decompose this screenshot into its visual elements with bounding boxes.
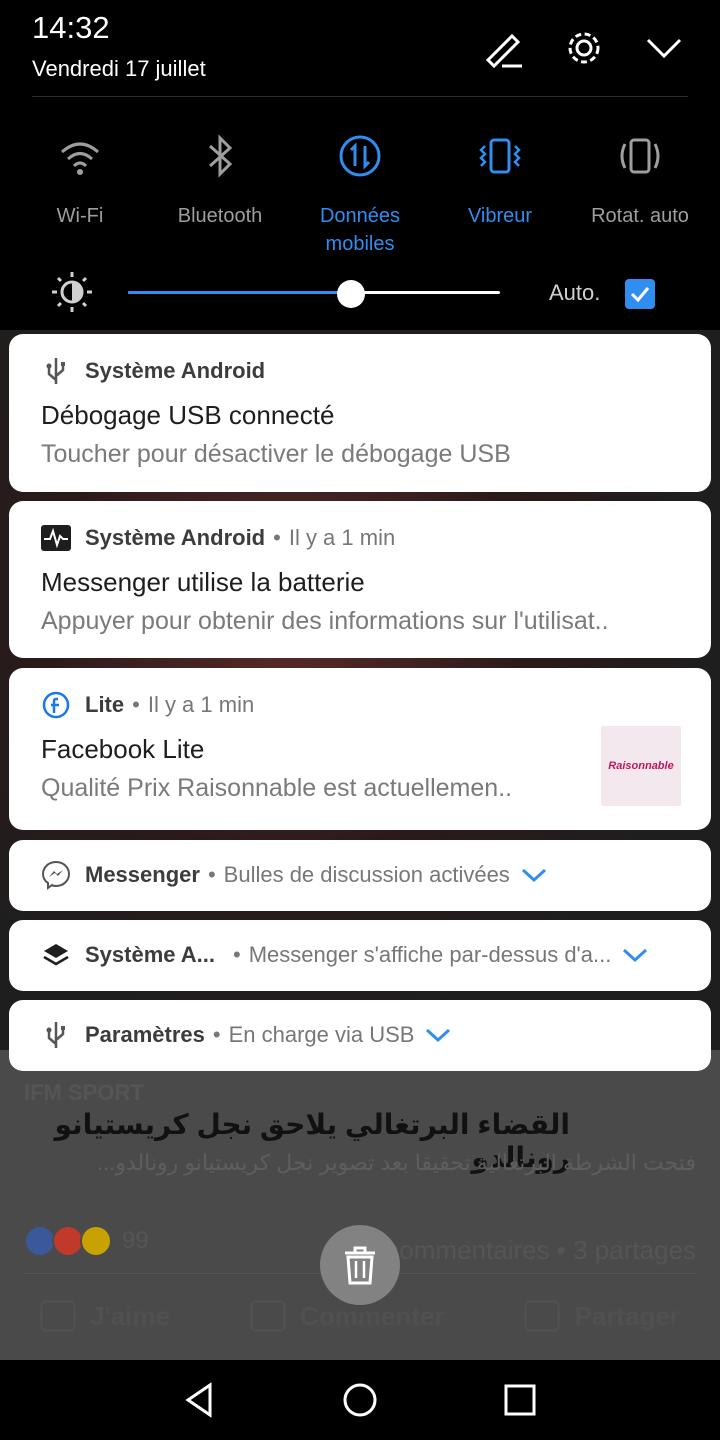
toggle-label: Rotat. auto — [591, 205, 689, 227]
notification-battery-usage[interactable]: Système Android • Il y a 1 min Messenger… — [9, 501, 711, 658]
date: Vendredi 17 juillet — [32, 56, 206, 81]
brightness-slider[interactable] — [128, 291, 500, 294]
notification-text: Appuyer pour obtenir des informations su… — [41, 607, 609, 635]
usb-icon — [41, 1020, 71, 1050]
notification-time: Il y a 1 min — [288, 525, 396, 550]
expand-chevron-icon[interactable] — [621, 946, 649, 964]
toggle-vibrate[interactable]: Vibreur — [430, 132, 570, 230]
mobile-data-icon — [339, 135, 381, 177]
toggle-auto-rotate[interactable]: Rotat. auto — [570, 132, 710, 230]
notification-header: Système Android — [41, 356, 265, 386]
clear-notifications-button[interactable] — [320, 1225, 400, 1305]
toggle-mobile-data[interactable]: Données mobiles — [290, 132, 430, 258]
notification-thumbnail: Raisonnable — [601, 726, 681, 806]
notification-usb-charging[interactable]: Paramètres • En charge via USB — [9, 1000, 711, 1071]
battery-activity-icon — [41, 523, 71, 553]
clock: 14:32 — [32, 10, 110, 45]
auto-brightness-label: Auto. — [549, 280, 601, 305]
back-icon[interactable] — [180, 1380, 220, 1420]
post-subline: فتحت الشرطة البرتغالية تحقيقا بعد تصوير … — [96, 1150, 696, 1175]
notification-app-name: Système Android — [85, 358, 266, 383]
notification-header: Système A... • Messenger s'affiche par-d… — [41, 940, 649, 970]
toggle-bluetooth[interactable]: Bluetooth — [150, 132, 290, 230]
notification-header: Système Android • Il y a 1 min — [41, 523, 395, 553]
separator-dot: • — [212, 1022, 221, 1047]
notification-time: Il y a 1 min — [147, 692, 255, 717]
notification-header: Messenger • Bulles de discussion activée… — [41, 860, 548, 890]
notification-text: Toucher pour désactiver le débogage USB — [41, 440, 511, 468]
share-icon — [524, 1300, 561, 1332]
notification-app-name: Lite — [85, 692, 125, 717]
toggle-wifi[interactable]: Wi-Fi — [10, 132, 150, 230]
edit-icon[interactable] — [482, 26, 526, 70]
collapse-chevron-icon[interactable] — [642, 26, 686, 70]
share-action: Partager — [524, 1300, 680, 1332]
notification-display-over-apps[interactable]: Système A... • Messenger s'affiche par-d… — [9, 920, 711, 991]
brightness-icon — [52, 272, 92, 312]
notification-messenger-bubbles[interactable]: Messenger • Bulles de discussion activée… — [9, 840, 711, 911]
navigation-bar — [0, 1360, 720, 1440]
notification-title: Facebook Lite — [41, 734, 205, 764]
settings-gear-icon[interactable] — [562, 26, 606, 70]
usb-icon — [41, 356, 71, 386]
background-post: IFM SPORT القضاء البرتغالي يلاحق نجل كري… — [0, 1050, 720, 1360]
vibrate-icon — [479, 138, 521, 174]
notification-title: Messenger utilise la batterie — [41, 567, 365, 597]
home-icon[interactable] — [340, 1380, 380, 1420]
header-divider — [32, 96, 688, 97]
like-action: J'aime — [40, 1300, 170, 1332]
toggle-label: Bluetooth — [177, 205, 263, 227]
toggle-label: Wi-Fi — [56, 205, 104, 227]
thumbnail-logo-text: Raisonnable — [608, 760, 674, 772]
post-source: IFM SPORT — [24, 1080, 144, 1105]
layers-icon — [41, 940, 71, 970]
notification-header: Paramètres • En charge via USB — [41, 1020, 452, 1050]
brightness-fill — [128, 291, 352, 294]
brightness-slider-thumb[interactable] — [337, 280, 366, 308]
separator-dot: • — [233, 942, 241, 967]
comment-action: Commenter — [249, 1300, 444, 1332]
toggle-label: Vibreur — [467, 205, 533, 227]
notification-app-name: Système A... — [85, 942, 216, 967]
expand-chevron-icon[interactable] — [424, 1026, 452, 1044]
trash-icon — [345, 1246, 375, 1285]
auto-brightness-checkbox[interactable] — [625, 279, 655, 309]
post-reactions: 99 — [24, 1225, 149, 1257]
notification-facebook-lite[interactable]: Lite • Il y a 1 min Facebook Lite Qualit… — [9, 668, 711, 830]
recents-icon[interactable] — [500, 1380, 540, 1420]
comment-icon — [249, 1300, 286, 1332]
notification-usb-debugging[interactable]: Système Android Débogage USB connecté To… — [9, 334, 711, 492]
reaction-count: 99 — [122, 1227, 149, 1254]
notification-app-name: Messenger — [85, 862, 200, 887]
separator-dot: • — [207, 862, 216, 887]
notification-text: Qualité Prix Raisonnable est actuellemen… — [41, 774, 513, 802]
expand-chevron-icon[interactable] — [520, 866, 548, 884]
separator-dot: • — [273, 525, 281, 550]
notification-app-name: Système Android — [85, 525, 266, 550]
comments-shares: 18 commentaires • 3 partages — [350, 1235, 696, 1265]
facebook-icon — [41, 690, 71, 720]
bluetooth-icon — [208, 134, 233, 178]
wifi-icon — [61, 142, 99, 175]
messenger-icon — [41, 860, 71, 890]
notification-info: Messenger s'affiche par-dessus d'a... — [248, 942, 612, 967]
notification-app-name: Paramètres — [85, 1022, 205, 1047]
auto-rotate-icon — [620, 138, 660, 174]
separator-dot: • — [132, 692, 140, 717]
notification-info: Bulles de discussion activées — [223, 862, 510, 887]
toggle-label: Données mobiles — [319, 205, 401, 255]
notification-title: Débogage USB connecté — [41, 400, 335, 430]
thumbs-up-icon — [40, 1300, 77, 1332]
notification-info: En charge via USB — [228, 1022, 415, 1047]
haha-reaction-icon — [80, 1225, 112, 1257]
notification-header: Lite • Il y a 1 min — [41, 690, 254, 720]
